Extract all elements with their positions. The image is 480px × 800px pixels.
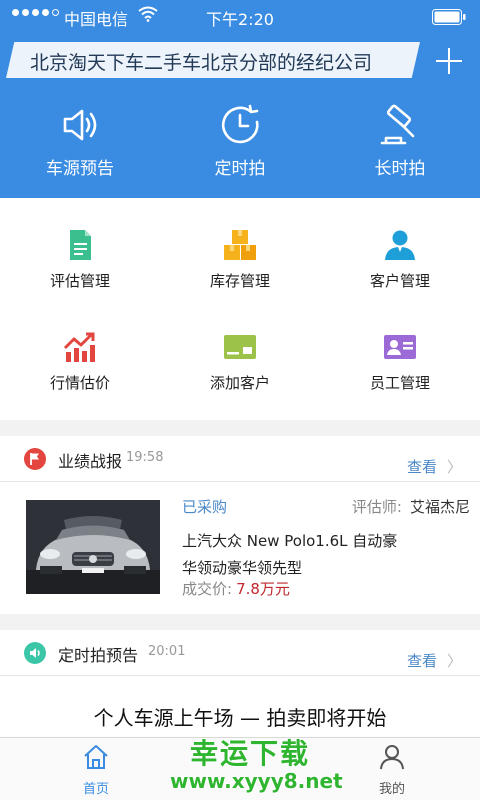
- grid-label: 库存管理: [209, 272, 270, 290]
- chevron-right-icon: 〉: [446, 458, 462, 476]
- status-bar: 中国电信 下午2:20: [0, 0, 480, 34]
- car-image: [26, 500, 160, 594]
- timed-preview-time: 20:01: [148, 644, 186, 659]
- timed-preview-card: 定时拍预告 20:01 查看〉 个人车源上午场 — 拍卖即将开始: [0, 630, 480, 737]
- grid-appraisal-management[interactable]: 评估管理: [0, 228, 160, 291]
- appraiser-label: 评估师:: [351, 498, 402, 516]
- quick-vehicle-preview[interactable]: 车源预告: [0, 102, 160, 179]
- performance-title: 业绩战报: [58, 452, 123, 471]
- quick-long-auction[interactable]: 长时拍: [320, 102, 480, 179]
- home-icon: [84, 745, 108, 769]
- quick-timed-auction[interactable]: 定时拍: [160, 102, 320, 179]
- person-icon: [385, 230, 415, 260]
- appraiser-name: 艾福杰尼: [409, 498, 470, 516]
- timed-preview-header: 定时拍预告 20:01 查看〉: [0, 630, 480, 676]
- speaker-icon: [24, 642, 46, 664]
- tab-mine[interactable]: 我的: [352, 744, 432, 797]
- auction-headline[interactable]: 个人车源上午场 — 拍卖即将开始: [0, 702, 480, 731]
- header-area: 中国电信 下午2:20 北京淘天下车二手车北京分部的经纪公司 车源预告 定时拍 …: [0, 0, 480, 198]
- car-photo[interactable]: [26, 500, 160, 594]
- id-card-icon: [384, 335, 416, 359]
- user-icon: [380, 745, 404, 770]
- company-title: 北京淘天下车二手车北京分部的经纪公司: [30, 52, 373, 74]
- timed-preview-view-link[interactable]: 查看〉: [407, 650, 462, 671]
- view-label: 查看: [406, 458, 437, 476]
- appraiser-info: 评估师: 艾福杰尼: [352, 496, 470, 517]
- deal-price: 成交价: 7.8万元: [182, 578, 290, 599]
- chevron-right-icon: 〉: [446, 652, 462, 670]
- document-icon: [70, 230, 91, 260]
- speaker-icon: [63, 109, 97, 141]
- grid-customer-management[interactable]: 客户管理: [320, 228, 480, 291]
- grid-label: 添加客户: [209, 374, 270, 392]
- grid-label: 行情估价: [49, 374, 110, 392]
- timed-preview-title: 定时拍预告: [58, 646, 139, 665]
- performance-header: 业绩战报 19:58 查看〉: [0, 436, 480, 482]
- grid-market-valuation[interactable]: 行情估价: [0, 330, 160, 393]
- quick-label: 定时拍: [214, 159, 266, 179]
- grid-label: 客户管理: [369, 272, 430, 290]
- tab-home[interactable]: 首页: [56, 744, 136, 797]
- grid-add-customer[interactable]: 添加客户: [160, 330, 320, 393]
- status-time: 下午2:20: [206, 10, 274, 29]
- price-value: 7.8万元: [236, 580, 290, 598]
- function-grid: 评估管理 库存管理 客户管理 行情估价 添加客户 员工管理: [0, 198, 480, 420]
- quick-label: 长时拍: [374, 159, 426, 179]
- boxes-icon: [224, 230, 256, 260]
- performance-view-link[interactable]: 查看〉: [407, 456, 462, 477]
- view-label: 查看: [406, 652, 437, 670]
- battery-icon: [432, 9, 466, 25]
- tab-label: 首页: [82, 782, 109, 797]
- grid-inventory-management[interactable]: 库存管理: [160, 228, 320, 291]
- watermark-url: www.xyyy8.net: [170, 769, 343, 793]
- price-label: 成交价:: [182, 580, 233, 598]
- plus-icon[interactable]: [432, 44, 466, 78]
- grid-staff-management[interactable]: 员工管理: [320, 330, 480, 393]
- quick-label: 车源预告: [46, 159, 114, 179]
- watermark: 幸运下载 www.xyyy8.net: [170, 737, 343, 793]
- trend-icon: [63, 332, 95, 362]
- tab-label: 我的: [378, 782, 405, 797]
- card-icon: [224, 335, 256, 359]
- grid-label: 员工管理: [369, 374, 430, 392]
- clock-icon: [221, 104, 259, 144]
- performance-time: 19:58: [126, 450, 164, 465]
- watermark-title: 幸运下载: [189, 737, 310, 770]
- flag-icon: [24, 448, 46, 470]
- car-name[interactable]: 上汽大众 New Polo1.6L 自动豪华领动豪华领先型: [182, 528, 412, 582]
- performance-card: 业绩战报 19:58 查看〉 已采购 评估师: 艾福杰尼 上汽大众 New Pol…: [0, 436, 480, 614]
- purchase-status: 已采购: [182, 498, 228, 516]
- gavel-icon: [380, 104, 415, 145]
- grid-label: 评估管理: [49, 272, 110, 290]
